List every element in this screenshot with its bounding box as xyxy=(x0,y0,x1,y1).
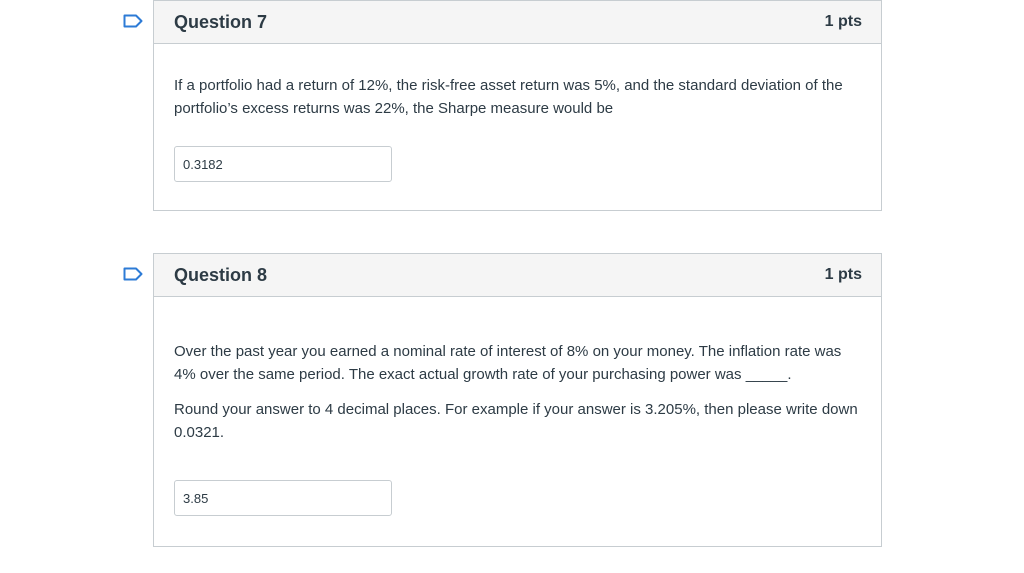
question-body: If a portfolio had a return of 12%, the … xyxy=(154,44,881,182)
question-points: 1 pts xyxy=(824,13,862,30)
bookmark-flag-icon[interactable] xyxy=(123,267,143,281)
question-card-8: Question 8 1 pts Over the past year you … xyxy=(153,253,882,547)
question-paragraph: Over the past year you earned a nominal … xyxy=(174,343,842,383)
question-points: 1 pts xyxy=(824,266,862,283)
question-paragraph: If a portfolio had a return of 12%, the … xyxy=(174,77,843,117)
bookmark-flag-icon[interactable] xyxy=(123,14,143,28)
question-text: Over the past year you earned a nominal … xyxy=(174,297,861,444)
question-text: If a portfolio had a return of 12%, the … xyxy=(174,44,861,120)
question-title: Question 8 xyxy=(174,264,268,285)
answer-input[interactable] xyxy=(174,146,392,182)
question-header: Question 8 1 pts xyxy=(154,254,881,297)
answer-input[interactable] xyxy=(174,480,392,516)
question-body: Over the past year you earned a nominal … xyxy=(154,297,881,516)
question-paragraph: Round your answer to 4 decimal places. F… xyxy=(174,401,858,441)
question-title: Question 7 xyxy=(174,11,268,32)
question-card-7: Question 7 1 pts If a portfolio had a re… xyxy=(153,0,882,211)
question-header: Question 7 1 pts xyxy=(154,1,881,44)
